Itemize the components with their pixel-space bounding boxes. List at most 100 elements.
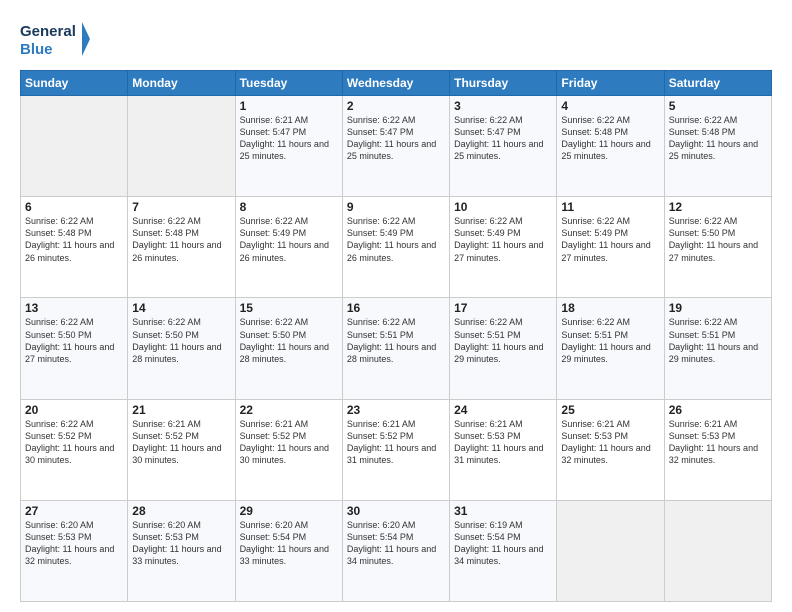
day-number: 30 xyxy=(347,504,445,518)
weekday-header-saturday: Saturday xyxy=(664,71,771,96)
day-number: 21 xyxy=(132,403,230,417)
day-number: 1 xyxy=(240,99,338,113)
day-number: 23 xyxy=(347,403,445,417)
day-number: 2 xyxy=(347,99,445,113)
day-number: 10 xyxy=(454,200,552,214)
day-info: Sunrise: 6:22 AM Sunset: 5:50 PM Dayligh… xyxy=(669,215,767,264)
logo-svg: General Blue xyxy=(20,18,90,60)
day-number: 15 xyxy=(240,301,338,315)
calendar-cell: 17Sunrise: 6:22 AM Sunset: 5:51 PM Dayli… xyxy=(450,298,557,399)
calendar-cell: 15Sunrise: 6:22 AM Sunset: 5:50 PM Dayli… xyxy=(235,298,342,399)
weekday-header-tuesday: Tuesday xyxy=(235,71,342,96)
day-number: 4 xyxy=(561,99,659,113)
day-number: 28 xyxy=(132,504,230,518)
calendar-cell: 9Sunrise: 6:22 AM Sunset: 5:49 PM Daylig… xyxy=(342,197,449,298)
svg-text:General: General xyxy=(20,23,76,40)
day-number: 22 xyxy=(240,403,338,417)
weekday-header-wednesday: Wednesday xyxy=(342,71,449,96)
day-info: Sunrise: 6:22 AM Sunset: 5:48 PM Dayligh… xyxy=(669,114,767,163)
day-number: 27 xyxy=(25,504,123,518)
calendar-cell: 22Sunrise: 6:21 AM Sunset: 5:52 PM Dayli… xyxy=(235,399,342,500)
calendar-cell: 21Sunrise: 6:21 AM Sunset: 5:52 PM Dayli… xyxy=(128,399,235,500)
calendar-cell: 31Sunrise: 6:19 AM Sunset: 5:54 PM Dayli… xyxy=(450,500,557,601)
calendar-cell: 14Sunrise: 6:22 AM Sunset: 5:50 PM Dayli… xyxy=(128,298,235,399)
calendar-cell xyxy=(664,500,771,601)
day-info: Sunrise: 6:19 AM Sunset: 5:54 PM Dayligh… xyxy=(454,519,552,568)
calendar-cell xyxy=(128,96,235,197)
svg-text:Blue: Blue xyxy=(20,41,53,58)
calendar-cell: 13Sunrise: 6:22 AM Sunset: 5:50 PM Dayli… xyxy=(21,298,128,399)
calendar-cell: 19Sunrise: 6:22 AM Sunset: 5:51 PM Dayli… xyxy=(664,298,771,399)
day-info: Sunrise: 6:20 AM Sunset: 5:53 PM Dayligh… xyxy=(25,519,123,568)
calendar-cell: 26Sunrise: 6:21 AM Sunset: 5:53 PM Dayli… xyxy=(664,399,771,500)
calendar-cell: 11Sunrise: 6:22 AM Sunset: 5:49 PM Dayli… xyxy=(557,197,664,298)
calendar-cell: 4Sunrise: 6:22 AM Sunset: 5:48 PM Daylig… xyxy=(557,96,664,197)
calendar-table: SundayMondayTuesdayWednesdayThursdayFrid… xyxy=(20,70,772,602)
day-info: Sunrise: 6:22 AM Sunset: 5:48 PM Dayligh… xyxy=(132,215,230,264)
day-info: Sunrise: 6:22 AM Sunset: 5:50 PM Dayligh… xyxy=(240,316,338,365)
calendar-cell: 16Sunrise: 6:22 AM Sunset: 5:51 PM Dayli… xyxy=(342,298,449,399)
day-number: 14 xyxy=(132,301,230,315)
weekday-header-friday: Friday xyxy=(557,71,664,96)
day-number: 9 xyxy=(347,200,445,214)
calendar-cell: 7Sunrise: 6:22 AM Sunset: 5:48 PM Daylig… xyxy=(128,197,235,298)
day-info: Sunrise: 6:22 AM Sunset: 5:47 PM Dayligh… xyxy=(454,114,552,163)
weekday-header-thursday: Thursday xyxy=(450,71,557,96)
day-info: Sunrise: 6:21 AM Sunset: 5:47 PM Dayligh… xyxy=(240,114,338,163)
calendar-cell: 5Sunrise: 6:22 AM Sunset: 5:48 PM Daylig… xyxy=(664,96,771,197)
day-number: 16 xyxy=(347,301,445,315)
day-number: 8 xyxy=(240,200,338,214)
calendar-cell: 6Sunrise: 6:22 AM Sunset: 5:48 PM Daylig… xyxy=(21,197,128,298)
calendar-cell: 24Sunrise: 6:21 AM Sunset: 5:53 PM Dayli… xyxy=(450,399,557,500)
calendar-cell: 12Sunrise: 6:22 AM Sunset: 5:50 PM Dayli… xyxy=(664,197,771,298)
day-info: Sunrise: 6:22 AM Sunset: 5:49 PM Dayligh… xyxy=(240,215,338,264)
day-info: Sunrise: 6:20 AM Sunset: 5:54 PM Dayligh… xyxy=(240,519,338,568)
day-info: Sunrise: 6:22 AM Sunset: 5:49 PM Dayligh… xyxy=(561,215,659,264)
day-number: 25 xyxy=(561,403,659,417)
day-info: Sunrise: 6:21 AM Sunset: 5:53 PM Dayligh… xyxy=(454,418,552,467)
calendar-cell: 2Sunrise: 6:22 AM Sunset: 5:47 PM Daylig… xyxy=(342,96,449,197)
weekday-header-sunday: Sunday xyxy=(21,71,128,96)
day-info: Sunrise: 6:22 AM Sunset: 5:47 PM Dayligh… xyxy=(347,114,445,163)
calendar-cell: 8Sunrise: 6:22 AM Sunset: 5:49 PM Daylig… xyxy=(235,197,342,298)
calendar-cell: 25Sunrise: 6:21 AM Sunset: 5:53 PM Dayli… xyxy=(557,399,664,500)
day-info: Sunrise: 6:20 AM Sunset: 5:53 PM Dayligh… xyxy=(132,519,230,568)
day-number: 31 xyxy=(454,504,552,518)
day-info: Sunrise: 6:21 AM Sunset: 5:53 PM Dayligh… xyxy=(669,418,767,467)
day-info: Sunrise: 6:22 AM Sunset: 5:50 PM Dayligh… xyxy=(132,316,230,365)
day-number: 24 xyxy=(454,403,552,417)
day-number: 6 xyxy=(25,200,123,214)
day-info: Sunrise: 6:21 AM Sunset: 5:52 PM Dayligh… xyxy=(132,418,230,467)
day-info: Sunrise: 6:21 AM Sunset: 5:52 PM Dayligh… xyxy=(240,418,338,467)
calendar-cell: 29Sunrise: 6:20 AM Sunset: 5:54 PM Dayli… xyxy=(235,500,342,601)
day-info: Sunrise: 6:22 AM Sunset: 5:48 PM Dayligh… xyxy=(561,114,659,163)
day-info: Sunrise: 6:22 AM Sunset: 5:52 PM Dayligh… xyxy=(25,418,123,467)
calendar-cell: 18Sunrise: 6:22 AM Sunset: 5:51 PM Dayli… xyxy=(557,298,664,399)
day-info: Sunrise: 6:22 AM Sunset: 5:49 PM Dayligh… xyxy=(347,215,445,264)
day-info: Sunrise: 6:22 AM Sunset: 5:51 PM Dayligh… xyxy=(669,316,767,365)
day-info: Sunrise: 6:21 AM Sunset: 5:53 PM Dayligh… xyxy=(561,418,659,467)
day-info: Sunrise: 6:22 AM Sunset: 5:49 PM Dayligh… xyxy=(454,215,552,264)
day-number: 3 xyxy=(454,99,552,113)
calendar-cell: 20Sunrise: 6:22 AM Sunset: 5:52 PM Dayli… xyxy=(21,399,128,500)
calendar-cell: 30Sunrise: 6:20 AM Sunset: 5:54 PM Dayli… xyxy=(342,500,449,601)
day-info: Sunrise: 6:22 AM Sunset: 5:50 PM Dayligh… xyxy=(25,316,123,365)
calendar-cell xyxy=(21,96,128,197)
day-info: Sunrise: 6:22 AM Sunset: 5:48 PM Dayligh… xyxy=(25,215,123,264)
day-number: 19 xyxy=(669,301,767,315)
day-number: 18 xyxy=(561,301,659,315)
day-number: 13 xyxy=(25,301,123,315)
weekday-header-monday: Monday xyxy=(128,71,235,96)
day-number: 12 xyxy=(669,200,767,214)
day-number: 17 xyxy=(454,301,552,315)
day-number: 20 xyxy=(25,403,123,417)
day-info: Sunrise: 6:22 AM Sunset: 5:51 PM Dayligh… xyxy=(561,316,659,365)
day-number: 5 xyxy=(669,99,767,113)
calendar-cell: 27Sunrise: 6:20 AM Sunset: 5:53 PM Dayli… xyxy=(21,500,128,601)
page-header: General Blue xyxy=(20,18,772,60)
calendar-cell xyxy=(557,500,664,601)
day-number: 11 xyxy=(561,200,659,214)
calendar-cell: 3Sunrise: 6:22 AM Sunset: 5:47 PM Daylig… xyxy=(450,96,557,197)
day-info: Sunrise: 6:22 AM Sunset: 5:51 PM Dayligh… xyxy=(454,316,552,365)
calendar-cell: 28Sunrise: 6:20 AM Sunset: 5:53 PM Dayli… xyxy=(128,500,235,601)
